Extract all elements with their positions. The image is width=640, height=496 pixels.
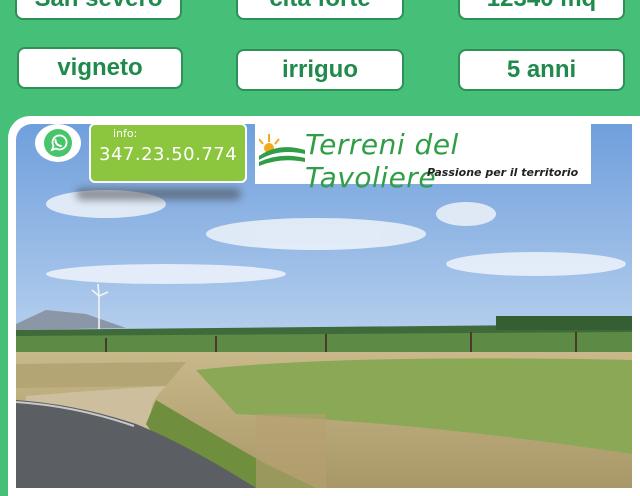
- badge-area-text: 12340 mq: [487, 0, 596, 13]
- contact-phone-number[interactable]: 347.23.50.774: [99, 144, 237, 165]
- logo-subtitle: Passione per il territorio: [427, 166, 579, 179]
- whatsapp-icon: [44, 129, 72, 157]
- brand-logo: Terreni del Tavoliere Passione per il te…: [255, 122, 591, 194]
- info-shadow: [76, 188, 241, 200]
- badge-irrigation-text: irriguo: [282, 56, 358, 83]
- sun-field-icon: [259, 134, 305, 166]
- contact-info-label: info:: [113, 127, 138, 140]
- whatsapp-button[interactable]: [35, 124, 81, 162]
- badge-irrigation: irriguo: [236, 49, 404, 91]
- badge-location-text: San severo: [34, 0, 162, 13]
- logo-title: Terreni del Tavoliere: [305, 128, 459, 194]
- badge-location: San severo: [15, 0, 182, 20]
- badge-age: 5 anni: [458, 49, 625, 91]
- badge-crop: vigneto: [17, 47, 183, 89]
- badge-area: 12340 mq: [458, 0, 625, 20]
- badge-variety: cita forte: [236, 0, 404, 20]
- badge-crop-text: vigneto: [57, 54, 143, 81]
- contact-info-box[interactable]: info: 347.23.50.774: [89, 123, 247, 183]
- badge-variety-text: cita forte: [269, 0, 370, 13]
- badge-age-text: 5 anni: [506, 56, 577, 83]
